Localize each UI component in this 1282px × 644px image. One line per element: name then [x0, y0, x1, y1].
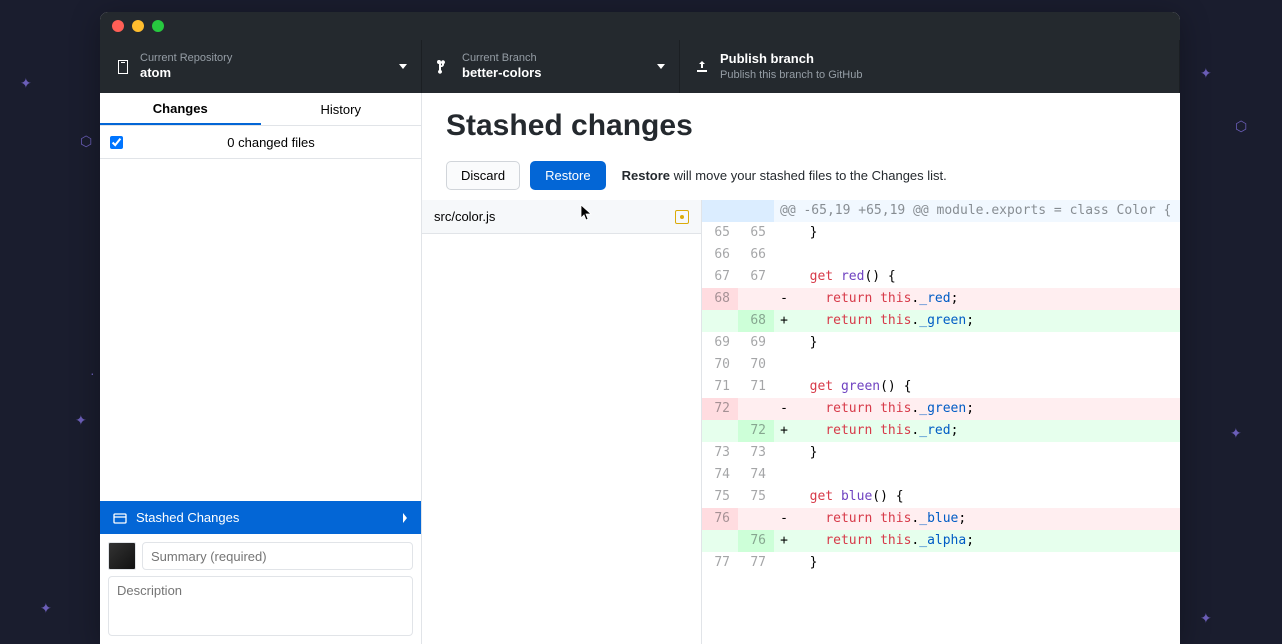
publish-button[interactable]: Publish branch Publish this branch to Gi… [680, 40, 1180, 93]
main-area: Stashed changes Discard Restore Restore … [422, 93, 1180, 644]
bg-sparkle: ✦ [1230, 425, 1242, 442]
bg-sparkle: ✦ [20, 75, 32, 92]
avatar [108, 542, 136, 570]
diff-line: 7070 [702, 354, 1180, 376]
diff-line: 6969 } [702, 332, 1180, 354]
stashed-changes-bar[interactable]: Stashed Changes [100, 501, 421, 534]
bg-sparkle: ✦ [40, 600, 52, 617]
bg-sparkle: · [90, 365, 95, 381]
diff-line: 76+ return this._alpha; [702, 530, 1180, 552]
cursor-pointer [580, 204, 594, 222]
repo-value: atom [140, 65, 232, 82]
toolbar: Current Repository atom Current Branch b… [100, 40, 1180, 93]
diff-hunk-header: @@ -65,19 +65,19 @@ module.exports = cla… [702, 200, 1180, 222]
maximize-button[interactable] [152, 20, 164, 32]
diff-line: 7575 get blue() { [702, 486, 1180, 508]
minimize-button[interactable] [132, 20, 144, 32]
sidebar: Changes History 0 changed files Stashed … [100, 93, 422, 644]
diff-line: 7373 } [702, 442, 1180, 464]
close-button[interactable] [112, 20, 124, 32]
diff-line: 6666 [702, 244, 1180, 266]
publish-sub: Publish this branch to GitHub [720, 68, 862, 82]
sidebar-tabs: Changes History [100, 93, 421, 126]
restore-button[interactable]: Restore [530, 161, 606, 190]
diff-line: 7171 get green() { [702, 376, 1180, 398]
branch-selector[interactable]: Current Branch better-colors [422, 40, 680, 93]
publish-label: Publish branch [720, 51, 862, 68]
titlebar [100, 12, 1180, 40]
file-list [100, 159, 421, 501]
diff-line: 76- return this._blue; [702, 508, 1180, 530]
branch-icon [436, 59, 452, 75]
stash-icon [112, 510, 128, 526]
select-all-checkbox[interactable] [110, 136, 123, 149]
branch-label: Current Branch [462, 51, 541, 65]
diff-line: 72+ return this._red; [702, 420, 1180, 442]
diff-line: 68+ return this._green; [702, 310, 1180, 332]
changed-files-count: 0 changed files [131, 135, 411, 150]
repo-icon [114, 59, 130, 75]
bg-sparkle: ⬡ [1235, 118, 1247, 135]
diff-line: 6767 get red() { [702, 266, 1180, 288]
chevron-down-icon [657, 64, 665, 69]
description-input[interactable] [108, 576, 413, 636]
diff-file-path: src/color.js [434, 209, 495, 224]
page-title: Stashed changes [446, 109, 1156, 143]
chevron-down-icon [399, 64, 407, 69]
diff-file-item[interactable]: src/color.js [422, 200, 701, 234]
bg-sparkle: ✦ [1200, 610, 1212, 627]
tab-history[interactable]: History [261, 93, 422, 125]
diff-line: 6565 } [702, 222, 1180, 244]
repo-selector[interactable]: Current Repository atom [100, 40, 422, 93]
summary-input[interactable] [142, 542, 413, 570]
cloud-upload-icon [694, 59, 710, 75]
commit-form [100, 534, 421, 644]
chevron-right-icon [401, 512, 409, 524]
modified-icon [675, 210, 689, 224]
repo-label: Current Repository [140, 51, 232, 65]
restore-description: Restore will move your stashed files to … [622, 168, 947, 183]
stashed-label: Stashed Changes [136, 510, 239, 525]
branch-value: better-colors [462, 65, 541, 82]
diff-line: 7474 [702, 464, 1180, 486]
bg-sparkle: ✦ [75, 412, 87, 429]
tab-changes[interactable]: Changes [100, 93, 261, 125]
diff-line: 7777 } [702, 552, 1180, 574]
diff-line: 68- return this._red; [702, 288, 1180, 310]
diff-line: 72- return this._green; [702, 398, 1180, 420]
changes-header: 0 changed files [100, 126, 421, 159]
bg-sparkle: ⬡ [80, 133, 92, 150]
app-window: Current Repository atom Current Branch b… [100, 12, 1180, 644]
bg-sparkle: ✦ [1200, 65, 1212, 82]
diff-viewer[interactable]: @@ -65,19 +65,19 @@ module.exports = cla… [702, 200, 1180, 644]
discard-button[interactable]: Discard [446, 161, 520, 190]
diff-file-list: src/color.js [422, 200, 702, 644]
